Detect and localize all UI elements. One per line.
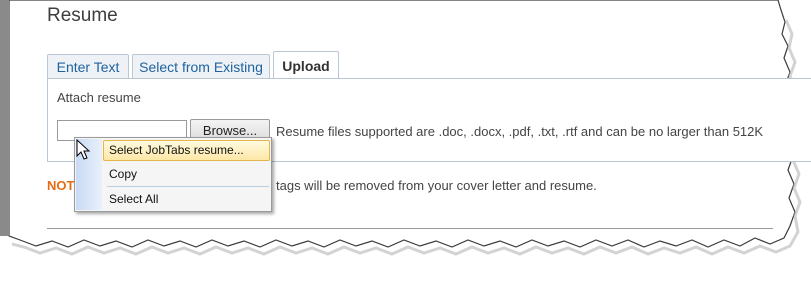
tab-enter-text[interactable]: Enter Text (47, 54, 129, 78)
left-border-bar (0, 0, 9, 236)
context-menu: Select JobTabs resume... Copy Select All (74, 137, 272, 212)
attach-resume-label: Attach resume (57, 90, 141, 105)
menu-item-select-all[interactable]: Select All (105, 189, 269, 210)
file-support-hint: Resume files supported are .doc, .docx, … (276, 124, 764, 139)
divider (47, 228, 773, 229)
note-label: NOT (47, 178, 75, 193)
section-title: Resume (47, 5, 118, 26)
tab-upload[interactable]: Upload (273, 51, 339, 80)
note-text: tags will be removed from your cover let… (276, 178, 597, 193)
menu-item-copy[interactable]: Copy (105, 164, 269, 185)
tab-select-from-existing[interactable]: Select from Existing (132, 54, 270, 78)
menu-item-select-jobtabs-resume[interactable]: Select JobTabs resume... (103, 140, 270, 161)
menu-separator (107, 186, 269, 187)
mouse-pointer-icon (76, 139, 90, 160)
